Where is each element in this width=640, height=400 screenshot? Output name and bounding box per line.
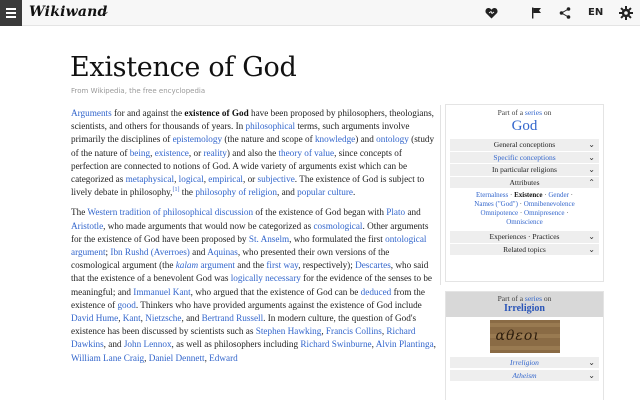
paragraph-2: The Western tradition of philosophical d… [71, 207, 436, 363]
link[interactable]: Western tradition of philosophical discu… [87, 207, 253, 217]
chevron-down-icon: ⌄ [588, 152, 595, 162]
link[interactable]: Stephen Hawking [256, 326, 322, 336]
attribute-link[interactable]: Omnipotence [480, 209, 518, 217]
link[interactable]: Alvin Plantinga [376, 339, 434, 349]
link[interactable]: Aristotle [71, 221, 103, 231]
series-link[interactable]: series [525, 108, 542, 117]
link[interactable]: theory of value [278, 148, 334, 158]
link[interactable]: cosmological [313, 221, 362, 231]
attributes-list: Eternalness · Existence · Gender · Names… [474, 191, 575, 226]
attribute-link[interactable]: Eternalness [476, 191, 508, 199]
top-bar: Wikiwand ⌄ EN [0, 0, 640, 26]
infobox-row-specific-conceptions[interactable]: Specific conceptions ⌄ [450, 151, 599, 163]
link[interactable]: philosophical [246, 121, 296, 131]
infobox2-header: Part of a series on Irreligion [446, 292, 603, 317]
share-icon[interactable] [557, 5, 573, 21]
link[interactable]: Kant [123, 313, 141, 323]
attribute-link[interactable]: Omnipresence [524, 209, 564, 217]
link[interactable]: Francis Collins [326, 326, 382, 336]
infobox-row-attributes[interactable]: Attributes ⌃ [450, 176, 599, 188]
page-subtitle: From Wikipedia, the free encyclopedia [71, 87, 206, 95]
link[interactable]: reality [203, 148, 226, 158]
papyrus-inscription: αθεοι [495, 328, 540, 344]
link[interactable]: Nietzsche [145, 313, 181, 323]
page-title: Existence of God [70, 52, 297, 83]
link[interactable]: Bertrand Russell [202, 313, 264, 323]
infobox-god-series: Part of a series on God General concepti… [445, 104, 604, 282]
link[interactable]: Richard Swinburne [300, 339, 371, 349]
infobox2-heading[interactable]: Irreligion [446, 303, 603, 315]
series-link[interactable]: series [525, 294, 542, 303]
link[interactable]: logical [179, 174, 204, 184]
infobox-part-of: Part of a series on [497, 108, 552, 117]
link[interactable]: Edward [209, 353, 238, 363]
link[interactable]: empirical [208, 174, 243, 184]
column-divider [440, 105, 441, 285]
infobox-row-general-conceptions[interactable]: General conceptions ⌄ [450, 139, 599, 151]
link[interactable]: metaphysical [126, 174, 174, 184]
infobox2-row-irreligion[interactable]: Irreligion ⌄ [450, 357, 599, 368]
papyrus-image[interactable]: αθεοι [489, 320, 560, 353]
flag-icon[interactable] [528, 5, 544, 21]
citation[interactable]: [1] [172, 187, 179, 193]
link[interactable]: William Lane Craig [71, 353, 144, 363]
attribute-link[interactable]: Omniscience [506, 218, 543, 226]
infobox2-part-of: Part of a series on [497, 294, 552, 303]
infobox-irreligion-series: Part of a series on Irreligion αθεοι Irr… [445, 291, 604, 400]
link[interactable]: first way [266, 260, 298, 270]
link[interactable]: knowledge [315, 134, 355, 144]
link[interactable]: David Hume [71, 313, 118, 323]
chevron-down-icon: ⌄ [588, 371, 595, 380]
infobox-heading[interactable]: God [446, 117, 603, 135]
heart-icon[interactable] [483, 5, 499, 21]
current-attribute: Existence [514, 191, 543, 199]
chevron-down-icon: ⌄ [588, 244, 595, 254]
chevron-down-icon: ⌄ [588, 140, 595, 149]
link[interactable]: epistemology [173, 134, 223, 144]
chevron-down-icon[interactable]: ⌄ [102, 7, 110, 17]
paragraph-1: Arguments for and against the existence … [71, 108, 435, 198]
link[interactable]: being [130, 148, 150, 158]
link[interactable]: deduced [361, 287, 392, 297]
link[interactable]: John Lennox [124, 339, 172, 349]
link[interactable]: Immanuel Kant [133, 287, 190, 297]
menu-icon[interactable] [0, 0, 22, 26]
link[interactable]: kalam argument [176, 260, 235, 270]
infobox-row-experiences-practices[interactable]: Experiences · Practices ⌄ [450, 231, 599, 243]
link[interactable]: existence [155, 148, 189, 158]
link[interactable]: philosophy of religion [195, 187, 277, 197]
language-button[interactable]: EN [588, 7, 603, 18]
link[interactable]: Plato [386, 207, 405, 217]
link[interactable]: Arguments [71, 108, 112, 118]
link[interactable]: Descartes [355, 260, 391, 270]
link[interactable]: Aquinas [207, 247, 238, 257]
link[interactable]: popular culture [297, 187, 353, 197]
infobox-row-related-topics[interactable]: Related topics ⌄ [450, 243, 599, 255]
article-body: Arguments for and against the existence … [71, 107, 437, 372]
link[interactable]: ontology [376, 134, 409, 144]
infobox-row-in-particular-religions[interactable]: In particular religions ⌄ [450, 164, 599, 176]
link[interactable]: logically necessary [231, 273, 301, 283]
wikiwand-logo[interactable]: Wikiwand [29, 4, 108, 20]
gear-icon[interactable] [618, 5, 634, 21]
attribute-link[interactable]: Gender [548, 191, 569, 199]
attribute-link[interactable]: Names ("God") [474, 200, 518, 208]
chevron-down-icon: ⌄ [588, 165, 595, 174]
link[interactable]: subjective [258, 174, 295, 184]
infobox2-row-atheism[interactable]: Atheism ⌄ [450, 370, 599, 381]
link[interactable]: Daniel Dennett [149, 353, 205, 363]
link[interactable]: Ibn Rushd (Averroes) [110, 247, 189, 257]
chevron-up-icon: ⌃ [588, 177, 595, 187]
link[interactable]: good [117, 300, 135, 310]
link[interactable]: St. Anselm [249, 234, 289, 244]
chevron-down-icon: ⌄ [588, 358, 595, 367]
chevron-down-icon: ⌄ [588, 232, 595, 241]
attribute-link[interactable]: Omnibenevolence [524, 200, 575, 208]
